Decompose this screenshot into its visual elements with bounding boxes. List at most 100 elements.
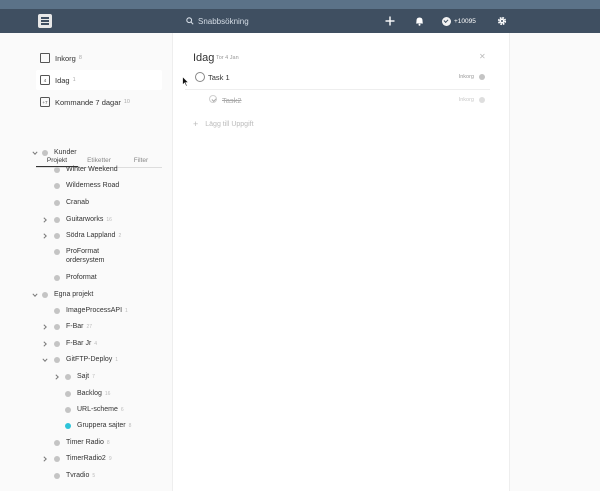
project-item[interactable]: ProFormat ordersystem — [0, 246, 172, 268]
project-item[interactable]: ImageProcessAPI 1 — [0, 303, 172, 319]
project-item[interactable]: F-Bar 27 — [0, 319, 172, 335]
nav-next-7-days-count: 10 — [123, 99, 130, 105]
nav-inbox[interactable]: Inkorg 8 — [36, 48, 162, 68]
project-name-text: ProFormat ordersystem — [66, 248, 105, 264]
project-count: 1 — [125, 308, 128, 314]
project-color-dot — [54, 183, 60, 189]
project-item[interactable]: Cranab — [0, 195, 172, 211]
add-task-button[interactable]: + Lägg till Uppgift — [193, 119, 254, 129]
plus-icon[interactable] — [382, 13, 398, 29]
search-input[interactable]: Snabbsökning — [186, 12, 249, 30]
project-name: Kunder — [54, 149, 77, 158]
project-item[interactable]: TimerRadio2 9 — [0, 451, 172, 467]
task-checkbox[interactable] — [195, 72, 205, 82]
project-item[interactable]: Egna projekt — [0, 287, 172, 303]
project-item[interactable]: URL-scheme 6 — [0, 402, 172, 418]
bell-icon[interactable] — [411, 13, 427, 29]
project-color-dot — [54, 308, 60, 314]
project-name: Sajt 7 — [77, 373, 95, 382]
project-count: 2 — [118, 233, 122, 239]
todoist-logo-icon[interactable] — [38, 14, 52, 28]
project-name-text: Winter Weekend — [66, 166, 118, 173]
project-count: 9 — [108, 456, 112, 462]
chevron-right-icon[interactable] — [42, 456, 48, 462]
project-color-dot — [54, 456, 60, 462]
karma-badge[interactable]: +10095 — [442, 13, 476, 29]
project-name-text: Tvradio — [66, 472, 90, 479]
chevron-right-icon[interactable] — [42, 341, 48, 347]
chevron-down-icon[interactable] — [32, 150, 38, 156]
project-item[interactable]: Timer Radio 8 — [0, 435, 172, 451]
page-date: Tor 4 Jan — [216, 55, 239, 61]
gear-icon[interactable] — [494, 13, 510, 29]
project-name: ImageProcessAPI 1 — [66, 307, 128, 316]
chevron-down-icon[interactable] — [42, 357, 48, 363]
nav-today-count: 1 — [72, 77, 76, 83]
project-item[interactable]: Guitarworks 16 — [0, 212, 172, 228]
task-row[interactable]: Task2 Inkorg — [185, 90, 490, 112]
project-name: Backlog 16 — [77, 390, 110, 399]
project-color-dot — [54, 167, 60, 173]
project-item[interactable]: GitFTP-Deploy 1 — [0, 352, 172, 368]
project-item[interactable]: Wilderness Road — [0, 178, 172, 194]
nav-today[interactable]: 4 Idag 1 — [36, 70, 162, 90]
task-project-dot — [479, 74, 485, 80]
search-icon — [186, 17, 194, 25]
project-count: 7 — [92, 374, 95, 380]
project-color-dot — [54, 249, 60, 255]
nav-inbox-count: 8 — [78, 55, 82, 61]
project-item[interactable]: Winter Weekend — [0, 162, 172, 178]
project-color-dot — [54, 440, 60, 446]
top-bar: Snabbsökning +10095 — [0, 9, 600, 33]
view-options-icon[interactable]: ✕ — [479, 52, 486, 61]
chevron-down-icon[interactable] — [32, 292, 38, 298]
nav-today-label: Idag — [55, 75, 70, 85]
project-name-text: GitFTP-Deploy — [66, 356, 113, 363]
nav-inbox-label: Inkorg — [55, 53, 76, 63]
chevron-right-icon[interactable] — [42, 324, 48, 330]
chevron-right-icon[interactable] — [42, 217, 48, 223]
project-name: Cranab — [66, 199, 89, 208]
task-row[interactable]: Task 1 Inkorg — [185, 67, 490, 89]
task-name[interactable]: Task2 — [222, 96, 242, 105]
task-project-dot — [479, 97, 485, 103]
project-count: 1 — [115, 357, 119, 363]
project-count: 27 — [86, 324, 93, 330]
project-item[interactable]: Proformat — [0, 270, 172, 286]
project-name: Wilderness Road — [66, 182, 119, 191]
project-item[interactable]: Södra Lappland 2 — [0, 228, 172, 244]
chevron-right-icon[interactable] — [42, 233, 48, 239]
project-name: Guitarworks 16 — [66, 216, 112, 225]
project-color-dot — [54, 357, 60, 363]
project-color-dot — [42, 292, 48, 298]
project-item[interactable]: F-Bar Jr 4 — [0, 336, 172, 352]
project-name-text: TimerRadio2 — [66, 455, 106, 462]
project-name: Tvradio 5 — [66, 472, 95, 481]
search-placeholder: Snabbsökning — [198, 16, 249, 26]
project-item[interactable]: Tvradio 5 — [0, 468, 172, 484]
top-strip — [0, 0, 600, 9]
mouse-pointer-icon — [182, 76, 189, 87]
checkmark-icon[interactable] — [209, 95, 217, 103]
project-color-dot — [42, 150, 48, 156]
project-color-dot — [54, 217, 60, 223]
project-item[interactable]: Gruppera sajter 8 — [0, 418, 172, 434]
project-color-dot — [54, 233, 60, 239]
karma-icon — [442, 16, 451, 26]
chevron-right-icon[interactable] — [54, 374, 60, 380]
calendar-today-icon: 4 — [40, 75, 50, 85]
project-item[interactable]: Sajt 7 — [0, 369, 172, 385]
task-name[interactable]: Task 1 — [208, 73, 230, 82]
project-count: 8 — [106, 440, 110, 446]
project-count: 4 — [94, 341, 98, 347]
project-color-dot — [54, 473, 60, 479]
nav-next-7-days[interactable]: +7 Kommande 7 dagar 10 — [36, 92, 162, 112]
project-count: 16 — [106, 217, 112, 223]
project-item[interactable]: Kunder — [0, 145, 172, 161]
project-color-dot — [54, 200, 60, 206]
nav-next-7-days-label: Kommande 7 dagar — [55, 97, 121, 107]
project-color-dot — [65, 407, 71, 413]
task-project: Inkorg — [458, 97, 474, 103]
inbox-icon — [40, 53, 50, 63]
project-item[interactable]: Backlog 16 — [0, 386, 172, 402]
